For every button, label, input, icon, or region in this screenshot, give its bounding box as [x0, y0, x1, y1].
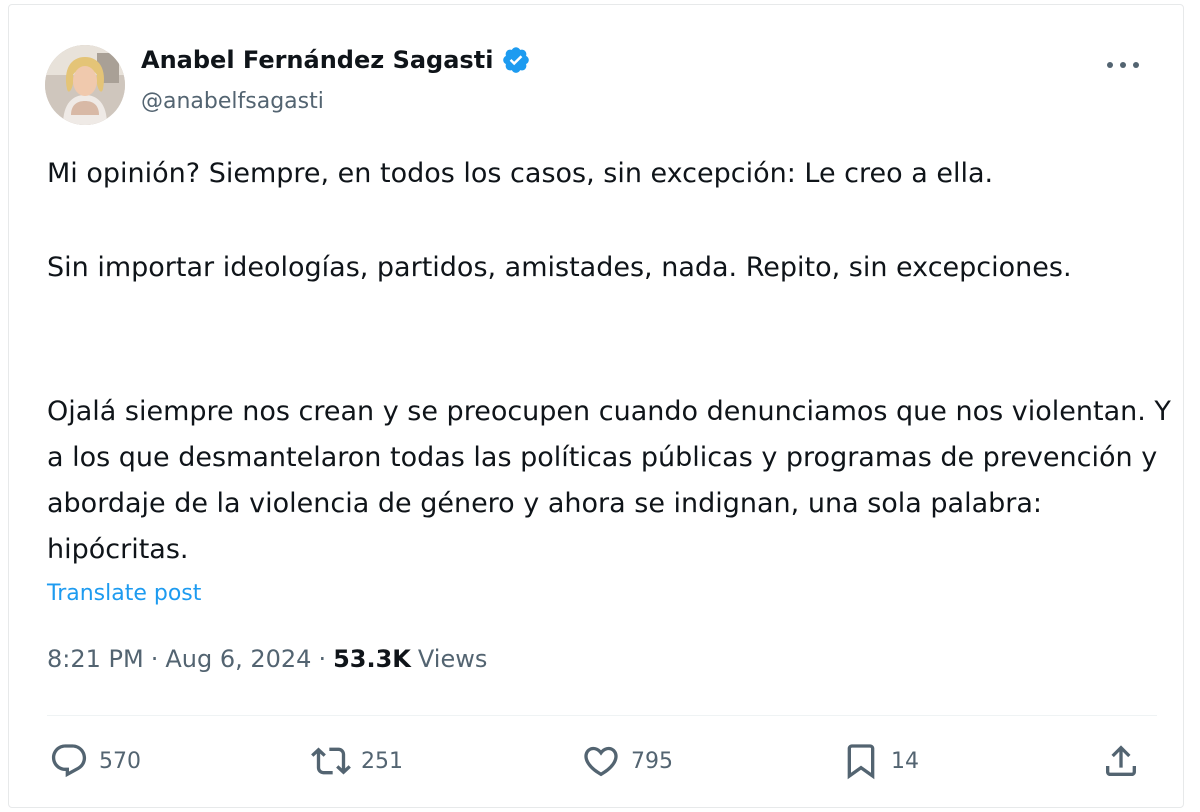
- post-paragraph: Mi opinión? Siempre, en todos los casos,…: [47, 158, 994, 189]
- post-paragraph: Sin importar ideologías, partidos, amist…: [47, 252, 1072, 283]
- reply-bubble-icon: [49, 741, 89, 781]
- repost-icon: [311, 741, 351, 781]
- share-button[interactable]: [1101, 741, 1141, 781]
- avatar[interactable]: [45, 45, 125, 125]
- avatar-photo: [45, 45, 125, 125]
- like-count: 795: [631, 748, 673, 774]
- post-time[interactable]: 8:21 PM: [47, 645, 144, 673]
- reply-button[interactable]: 570: [49, 741, 141, 781]
- heart-icon: [581, 741, 621, 781]
- views-count[interactable]: 53.3K: [333, 645, 411, 673]
- post-date[interactable]: Aug 6, 2024: [165, 645, 311, 673]
- views-label[interactable]: Views: [418, 645, 487, 673]
- post-paragraph: Ojalá siempre nos crean y se preocupen c…: [47, 396, 1171, 565]
- author-name[interactable]: Anabel Fernández Sagasti: [141, 46, 493, 74]
- meta-separator: ·: [150, 645, 159, 673]
- like-button[interactable]: 795: [581, 741, 673, 781]
- bookmark-button[interactable]: 14: [841, 741, 919, 781]
- verified-badge-icon[interactable]: [501, 45, 531, 75]
- divider: [47, 715, 1157, 716]
- repost-button[interactable]: 251: [311, 741, 403, 781]
- bookmark-count: 14: [891, 748, 919, 774]
- repost-count: 251: [361, 748, 403, 774]
- more-horizontal-icon[interactable]: [1107, 53, 1139, 77]
- post-card: Anabel Fernández Sagasti @anabelfsagasti…: [8, 4, 1184, 808]
- post-meta: 8:21 PM · Aug 6, 2024 · 53.3K Views: [47, 645, 487, 673]
- action-bar: 570 251 795 14: [9, 735, 1185, 795]
- meta-separator: ·: [318, 645, 327, 673]
- share-icon: [1101, 741, 1141, 781]
- reply-count: 570: [99, 748, 141, 774]
- bookmark-icon: [841, 741, 881, 781]
- translate-post-link[interactable]: Translate post: [47, 581, 201, 606]
- author-handle[interactable]: @anabelfsagasti: [141, 89, 324, 114]
